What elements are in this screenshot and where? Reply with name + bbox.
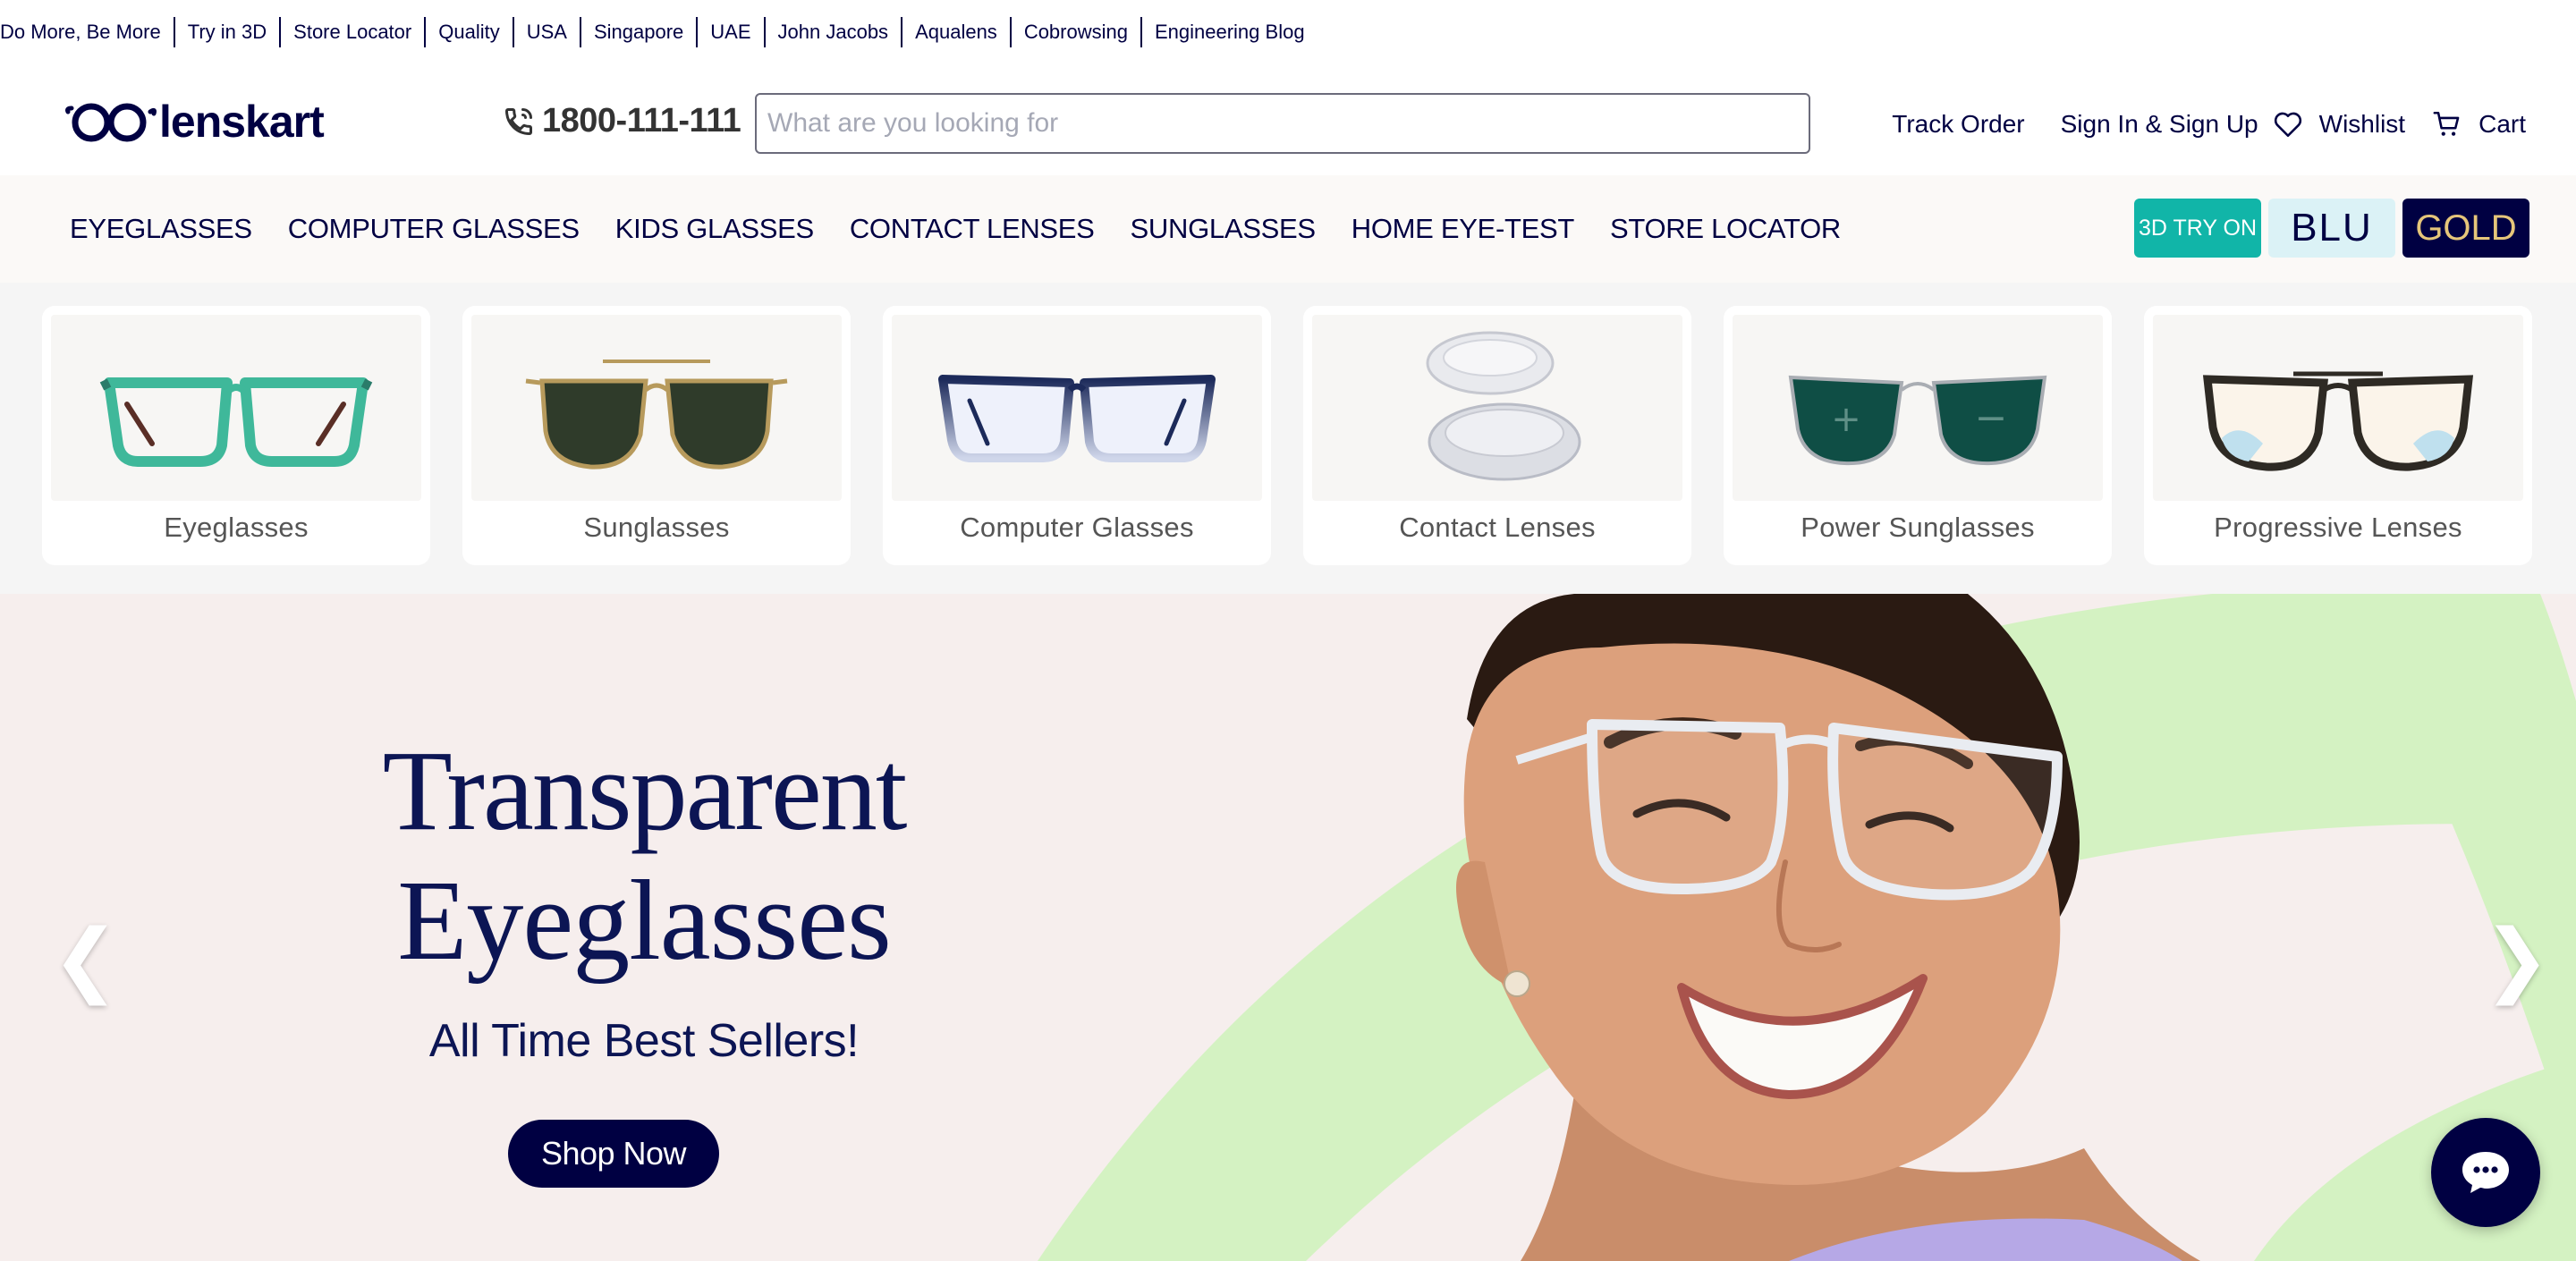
utility-link-do-more[interactable]: Do More, Be More (0, 17, 174, 47)
category-label: Contact Lenses (1399, 512, 1596, 543)
category-strip: Eyeglasses Sunglasses Computer Glasses C… (0, 283, 2576, 594)
category-card-progressive-lenses[interactable]: Progressive Lenses (2144, 306, 2532, 565)
category-label: Progressive Lenses (2214, 512, 2462, 543)
nav-computer-glasses[interactable]: COMPUTER GLASSES (288, 213, 580, 245)
utility-link-aqualens[interactable]: Aqualens (901, 17, 1010, 47)
cart-label: Cart (2479, 110, 2526, 138)
utility-link-engineering-blog[interactable]: Engineering Blog (1140, 17, 1318, 47)
category-label: Eyeglasses (164, 512, 309, 543)
heart-icon (2274, 112, 2301, 138)
blu-button[interactable]: BLU (2268, 199, 2395, 258)
phone-number-text: 1800-111-111 (542, 102, 741, 140)
track-order-link[interactable]: Track Order (1892, 110, 2024, 139)
hero-title-line1: Transparent (382, 727, 908, 854)
category-card-contact-lenses[interactable]: Contact Lenses (1303, 306, 1691, 565)
carousel-prev-icon[interactable]: ❮ (52, 919, 119, 1000)
utility-bar: Do More, Be More Try in 3D Store Locator… (0, 0, 2576, 64)
category-card-sunglasses[interactable]: Sunglasses (462, 306, 851, 565)
carousel-next-icon[interactable]: ❯ (2483, 919, 2550, 1000)
eyeglasses-icon (99, 377, 373, 467)
svg-text:−: − (1975, 395, 2008, 441)
category-image (471, 315, 842, 501)
utility-link-singapore[interactable]: Singapore (579, 17, 696, 47)
hero-subtitle: All Time Best Sellers! (428, 1015, 860, 1067)
nav-home-eye-test[interactable]: HOME EYE-TEST (1352, 213, 1575, 245)
nav-store-locator[interactable]: STORE LOCATOR (1610, 213, 1841, 245)
phone-icon (504, 107, 532, 135)
chat-button[interactable] (2431, 1118, 2540, 1227)
utility-link-uae[interactable]: UAE (696, 17, 763, 47)
nav-contact-lenses[interactable]: CONTACT LENSES (850, 213, 1095, 245)
hero-banner[interactable]: Transparent Eyeglasses All Time Best Sel… (0, 594, 2576, 1261)
search-input[interactable] (755, 93, 1810, 154)
nav-items: EYEGLASSES COMPUTER GLASSES KIDS GLASSES… (70, 175, 1877, 283)
category-card-eyeglasses[interactable]: Eyeglasses (42, 306, 430, 565)
svg-text:+: + (1831, 399, 1861, 440)
category-label: Power Sunglasses (1801, 512, 2035, 543)
category-label: Sunglasses (583, 512, 730, 543)
header: lenskart 1800-111-111 Track Order Sign I… (0, 64, 2576, 175)
category-card-computer-glasses[interactable]: Computer Glasses (883, 306, 1271, 565)
main-nav: EYEGLASSES COMPUTER GLASSES KIDS GLASSES… (0, 175, 2576, 283)
utility-link-store-locator[interactable]: Store Locator (279, 17, 424, 47)
category-image: + − (1733, 315, 2103, 501)
sign-in-link[interactable]: Sign In & Sign Up (2061, 110, 2258, 139)
category-image (1312, 315, 1682, 501)
nav-kids-glasses[interactable]: KIDS GLASSES (615, 213, 814, 245)
hero-title-line2: Eyeglasses (397, 857, 892, 984)
utility-link-quality[interactable]: Quality (424, 17, 512, 47)
3d-try-on-button[interactable]: 3D TRY ON (2134, 199, 2261, 258)
chat-bubble-icon (2462, 1152, 2509, 1193)
cart-icon (2433, 111, 2460, 136)
brand-logo[interactable]: lenskart (64, 97, 325, 147)
brand-wordmark: lenskart (159, 97, 325, 147)
power-sunglasses-icon: + − (1788, 375, 2047, 466)
nav-eyeglasses[interactable]: EYEGLASSES (70, 213, 252, 245)
utility-link-cobrowsing[interactable]: Cobrowsing (1009, 17, 1140, 47)
category-image (51, 315, 421, 501)
computer-glasses-icon (938, 375, 1216, 462)
wishlist-link[interactable]: Wishlist (2273, 110, 2405, 139)
category-image (2153, 315, 2523, 501)
gold-button[interactable]: GOLD (2402, 199, 2529, 258)
utility-link-try-3d[interactable]: Try in 3D (173, 17, 279, 47)
progressive-lenses-icon (2202, 371, 2474, 471)
category-card-power-sunglasses[interactable]: + − Power Sunglasses (1724, 306, 2112, 565)
header-actions: Track Order Sign In & Sign Up Wishlist C… (1892, 100, 2526, 148)
contact-lenses-icon (1426, 331, 1581, 481)
shop-now-button[interactable]: Shop Now (508, 1120, 719, 1188)
cart-link[interactable]: Cart (2432, 109, 2526, 140)
utility-link-usa[interactable]: USA (512, 17, 580, 47)
phone-number[interactable]: 1800-111-111 (503, 102, 741, 140)
nav-buttons: 3D TRY ON BLU GOLD (2134, 199, 2529, 258)
lenskart-logo-icon (65, 103, 157, 142)
wishlist-label: Wishlist (2318, 110, 2406, 138)
sunglasses-icon (525, 360, 788, 470)
category-label: Computer Glasses (960, 512, 1194, 543)
utility-link-john-jacobs[interactable]: John Jacobs (763, 17, 902, 47)
category-image (892, 315, 1262, 501)
nav-sunglasses[interactable]: SUNGLASSES (1131, 213, 1317, 245)
